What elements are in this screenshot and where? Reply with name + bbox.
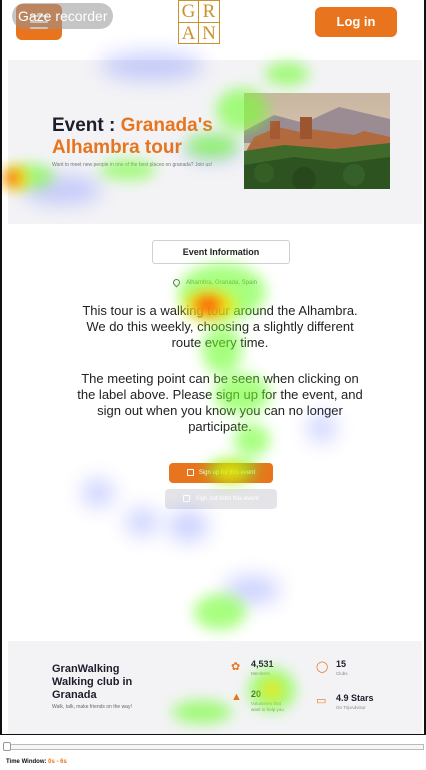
event-location[interactable]: Alhambra, Granada, Spain	[2, 277, 424, 288]
stat-label: On TripAdvisor	[336, 705, 366, 710]
location-pin-icon	[171, 277, 182, 288]
logo-letter: A	[179, 23, 199, 44]
stat-value: 4,531	[251, 659, 274, 669]
time-window-label: Time Window:	[6, 759, 47, 765]
stat-value: 20	[251, 689, 262, 699]
event-description-1: This tour is a walking tour around the A…	[82, 303, 358, 350]
event-title-prefix: Event :	[52, 115, 121, 136]
signout-button[interactable]: Sign out from this event	[165, 489, 277, 509]
timeline-slider-handle[interactable]	[3, 742, 11, 751]
logo-letter: N	[202, 23, 216, 44]
event-title: Event : Granada's Alhambra tour	[52, 115, 232, 159]
event-description-2: The meeting point can be seen when click…	[77, 371, 363, 434]
users-icon: ✿	[231, 661, 241, 673]
signout-label: Sign out from this event	[195, 496, 259, 502]
logo-letter: R	[199, 1, 219, 23]
stat-value: 4.9 Stars	[336, 693, 374, 703]
tab-event-information[interactable]: Event Information	[152, 240, 290, 264]
signout-icon	[183, 494, 191, 502]
stat-label: Clubs	[336, 671, 348, 676]
alhambra-image	[244, 93, 390, 189]
signup-button[interactable]: Sign up for this event	[169, 463, 273, 483]
app-frame: G R A N Log in Event : Granada's Alhambr…	[0, 0, 426, 735]
club-tagline: Walk, talk, make friends on the way!	[52, 704, 132, 710]
gaze-recorder-badge[interactable]: Gaze recorder	[12, 3, 114, 29]
logo-letter: G	[179, 1, 199, 23]
club-name: GranWalking Walking club in Granada	[52, 663, 133, 701]
timeline-slider-track[interactable]	[6, 744, 424, 750]
hands-icon: ▲	[231, 691, 242, 703]
time-window-value: 0s - 6s	[48, 759, 67, 765]
stat-value: 15	[336, 659, 347, 669]
signin-icon	[186, 468, 194, 476]
footer: GranWalking Walking club in Granada Walk…	[8, 641, 422, 734]
time-window-readout: Time Window: 0s - 6s	[6, 759, 67, 765]
hero-subtitle: Want to meet new people in one of the be…	[52, 162, 213, 168]
location-label: Alhambra, Granada, Spain	[185, 280, 258, 287]
hero-section: Event : Granada's Alhambra tour Want to …	[8, 60, 422, 224]
login-button[interactable]: Log in	[315, 7, 397, 37]
bike-icon: ◯	[316, 661, 329, 673]
alhambra-photo	[244, 93, 390, 189]
card-icon: ▭	[316, 695, 327, 707]
stat-label: Volunteers that want to help you	[251, 701, 284, 712]
signup-label: Sign up for this event	[198, 470, 256, 476]
stat-label: Members	[251, 671, 270, 676]
gran-logo[interactable]: G R A N	[178, 0, 220, 44]
